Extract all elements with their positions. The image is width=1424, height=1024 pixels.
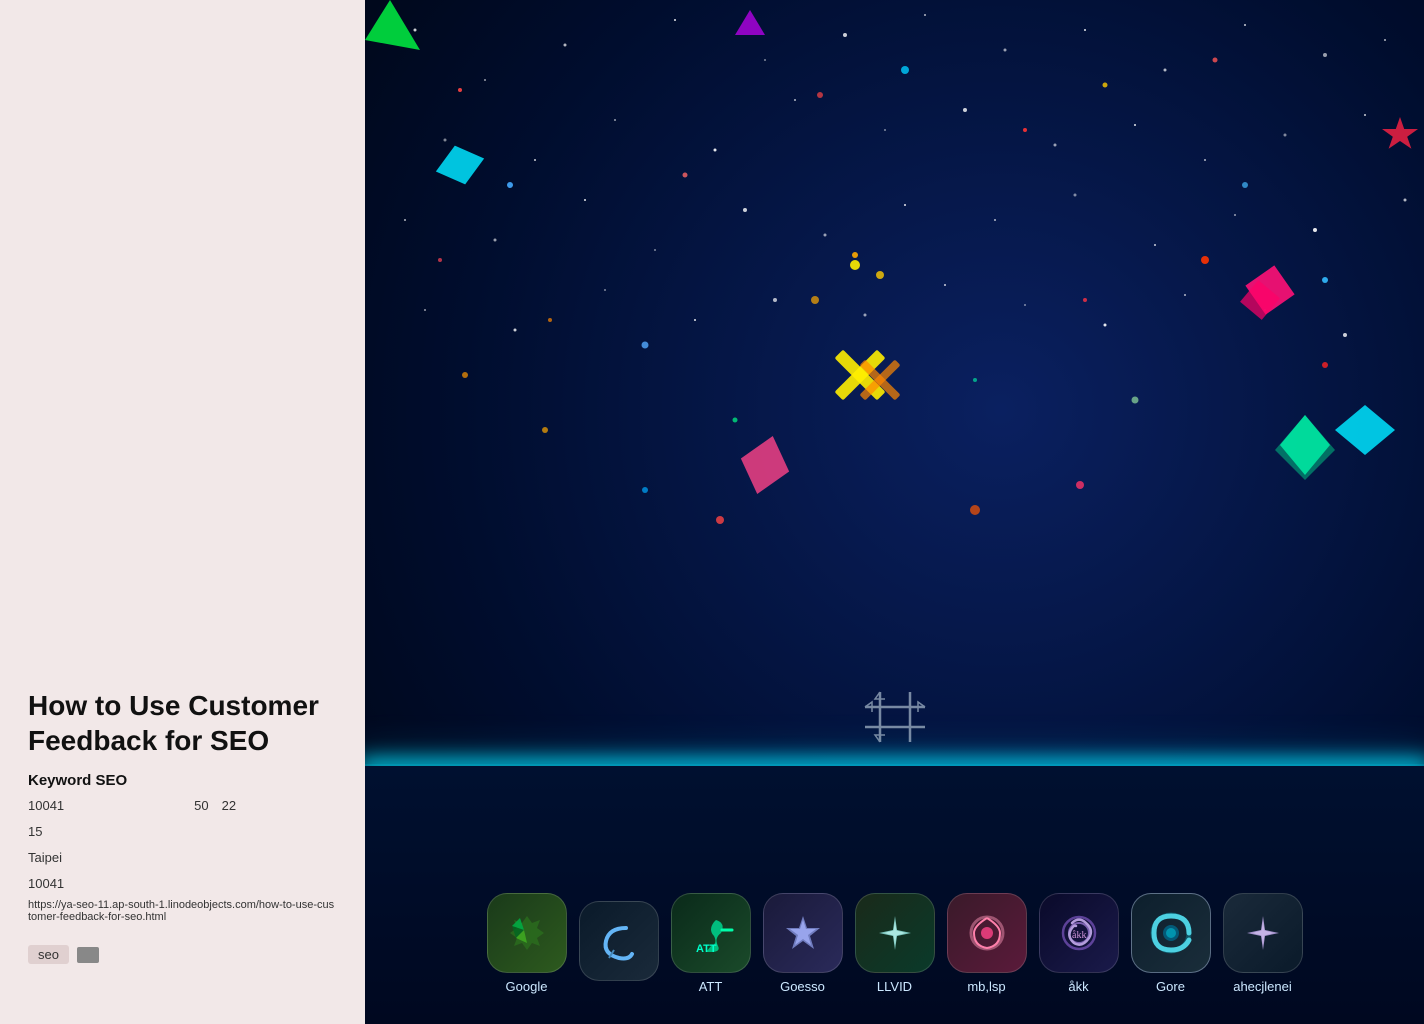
gore-icon-wrap bbox=[1131, 893, 1211, 973]
article-url[interactable]: https://ya-seo-11.ap-south-1.linodeobjec… bbox=[28, 899, 337, 923]
svg-text:åkk: åkk bbox=[1072, 930, 1086, 941]
floating-shapes bbox=[365, 0, 1424, 650]
meta-number: 15 bbox=[28, 821, 337, 843]
llvid-icon-wrap bbox=[855, 893, 935, 973]
left-panel: How to Use Customer Feedback for SEO Key… bbox=[0, 0, 365, 1024]
llvid-label: LLVID bbox=[877, 979, 912, 994]
article-title: How to Use Customer Feedback for SEO bbox=[28, 688, 337, 758]
app-item-ahecjlenei[interactable]: ahecjlenei bbox=[1223, 893, 1303, 994]
app-item-akk[interactable]: åkk åkk bbox=[1039, 893, 1119, 994]
seo-tag[interactable]: seo bbox=[28, 945, 69, 964]
right-panel: Google ATT ATT bbox=[365, 0, 1424, 1024]
google-icon-wrap bbox=[487, 893, 567, 973]
app-item-att[interactable]: ATT ATT bbox=[671, 893, 751, 994]
att-icon-wrap: ATT bbox=[671, 893, 751, 973]
app-item-goesso[interactable]: Goesso bbox=[763, 893, 843, 994]
app-item-llvid[interactable]: LLVID bbox=[855, 893, 935, 994]
goesso-icon-wrap bbox=[763, 893, 843, 973]
center-symbol bbox=[860, 687, 930, 754]
gore-label: Gore bbox=[1156, 979, 1185, 994]
akk-icon-wrap: åkk bbox=[1039, 893, 1119, 973]
att-label: ATT bbox=[699, 979, 723, 994]
mbisp-icon-wrap bbox=[947, 893, 1027, 973]
meta-id: 10041 50 22 bbox=[28, 795, 337, 817]
c-icon-wrap bbox=[579, 901, 659, 981]
meta-city: Taipei bbox=[28, 847, 337, 869]
app-bar: Google ATT ATT bbox=[385, 893, 1404, 994]
meta-zip: 10041 bbox=[28, 873, 337, 895]
goesso-label: Goesso bbox=[780, 979, 825, 994]
tag-icon bbox=[77, 947, 99, 963]
app-item-google[interactable]: Google bbox=[487, 893, 567, 994]
mbisp-label: mb,lsp bbox=[967, 979, 1005, 994]
svg-text:ATT: ATT bbox=[696, 943, 717, 955]
app-item-gore[interactable]: Gore bbox=[1131, 893, 1211, 994]
akk-label: åkk bbox=[1068, 979, 1088, 994]
app-item-mbisp[interactable]: mb,lsp bbox=[947, 893, 1027, 994]
keyword-label: Keyword SEO bbox=[28, 772, 337, 789]
tag-row: seo bbox=[28, 945, 337, 964]
ahecjlenei-icon-wrap bbox=[1223, 893, 1303, 973]
ahecjlenei-label: ahecjlenei bbox=[1233, 979, 1292, 994]
app-item-c[interactable] bbox=[579, 901, 659, 987]
google-label: Google bbox=[506, 979, 548, 994]
